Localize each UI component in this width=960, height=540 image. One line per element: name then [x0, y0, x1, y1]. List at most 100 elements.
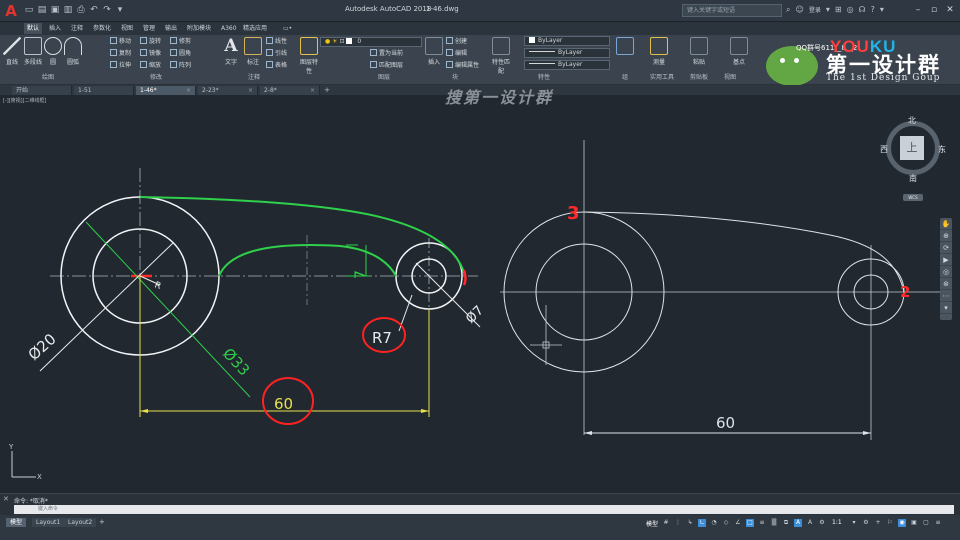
command-close-icon[interactable]: ✕: [3, 495, 9, 503]
store-icon[interactable]: ⊞: [835, 5, 842, 16]
tab-parametric[interactable]: 参数化: [90, 23, 114, 34]
new-file-icon[interactable]: ▭: [24, 5, 34, 15]
viewcube-south[interactable]: 南: [909, 173, 917, 184]
orbit-icon[interactable]: ⟳: [940, 242, 952, 254]
trim-button[interactable]: 修剪: [170, 37, 191, 46]
tab-view[interactable]: 视图: [118, 23, 136, 34]
base-view-tool[interactable]: 基点: [730, 37, 748, 66]
fillet-button[interactable]: 圆角: [170, 49, 191, 58]
close-icon[interactable]: ✕: [942, 3, 958, 17]
copy-button[interactable]: 复制: [110, 49, 131, 58]
command-input[interactable]: 键入命令: [14, 505, 954, 514]
workspace-icon[interactable]: ⚙: [818, 519, 826, 527]
tab-a360[interactable]: A360: [218, 23, 240, 34]
save-as-icon[interactable]: ▥: [63, 5, 73, 15]
steering-wheel-icon[interactable]: ◎: [940, 266, 952, 278]
tab-annotate[interactable]: 注释: [68, 23, 86, 34]
rotate-button[interactable]: 旋转: [140, 37, 161, 46]
ortho-icon[interactable]: ∟: [698, 519, 706, 527]
tab-layout1[interactable]: Layout1: [32, 518, 65, 527]
annotation-monitor-icon[interactable]: ⚐: [886, 519, 894, 527]
viewcube-east[interactable]: 东: [938, 144, 946, 155]
array-button[interactable]: 阵列: [170, 61, 191, 70]
a360-icon[interactable]: ◎: [847, 5, 854, 16]
tab-layout2[interactable]: Layout2: [64, 518, 97, 527]
tab-featured-apps[interactable]: 精选应用: [240, 23, 270, 34]
drawing-canvas[interactable]: [-][俯视][二维线框] Ø20 Ø33 Ø7 R7 60 7 R 60 3 …: [0, 95, 960, 493]
stretch-button[interactable]: 拉伸: [110, 61, 131, 70]
circle-tool[interactable]: 圆: [44, 37, 62, 66]
showmotion-icon[interactable]: ▶: [940, 254, 952, 266]
isolate-objects-icon[interactable]: ◉: [898, 519, 906, 527]
undo-icon[interactable]: ↶: [89, 5, 99, 15]
tab-insert[interactable]: 插入: [46, 23, 64, 34]
isodraft-icon[interactable]: ◇: [722, 519, 730, 527]
object-track-icon[interactable]: ∠: [734, 519, 742, 527]
line-tool[interactable]: 直线: [3, 37, 21, 66]
cad-drawing[interactable]: Ø20 Ø33 Ø7 R7 60 7 R 60 3 2 Y X: [0, 95, 960, 493]
zoom-icon[interactable]: ⊕: [940, 230, 952, 242]
make-current-button[interactable]: 置为当前: [370, 49, 403, 58]
clean-screen-icon[interactable]: ▢: [922, 519, 930, 527]
close-tab-icon[interactable]: ×: [186, 86, 191, 95]
new-tab-button[interactable]: +: [322, 86, 332, 95]
table-button[interactable]: 表格: [266, 61, 287, 70]
mirror-button[interactable]: 镜像: [140, 49, 161, 58]
tab-more[interactable]: ▭•: [280, 23, 295, 34]
leader-button[interactable]: 引线: [266, 49, 287, 58]
viewcube[interactable]: 上 北 南 东 西: [878, 115, 948, 185]
community-icon[interactable]: ☊: [859, 5, 866, 16]
text-tool[interactable]: A 文字: [222, 37, 240, 66]
annotation-auto-scale-icon[interactable]: A: [806, 519, 814, 527]
linetype-dropdown[interactable]: ByLayer: [524, 48, 610, 58]
transparency-icon[interactable]: ▒: [770, 519, 778, 527]
move-button[interactable]: 移动: [110, 37, 131, 46]
hardware-accel-icon[interactable]: ▣: [910, 519, 918, 527]
help-icon[interactable]: ?: [871, 5, 875, 16]
add-layout-button[interactable]: +: [99, 518, 105, 527]
qat-dropdown-icon[interactable]: ▾: [115, 5, 125, 15]
save-icon[interactable]: ▣: [50, 5, 60, 15]
tab-output[interactable]: 输出: [162, 23, 180, 34]
plus-icon[interactable]: +: [874, 519, 882, 527]
layer-dropdown[interactable]: ● ☀ ⊡ 0: [320, 37, 422, 47]
search-icon[interactable]: ⌕: [786, 5, 790, 16]
minimize-icon[interactable]: –: [910, 3, 926, 17]
insert-block-tool[interactable]: 插入: [425, 37, 443, 66]
dimension-tool[interactable]: 标注: [244, 37, 262, 66]
tab-addins[interactable]: 附加模块: [184, 23, 214, 34]
selection-cycling-icon[interactable]: ⧉: [782, 519, 790, 527]
edit-attributes-button[interactable]: 编辑属性: [446, 61, 479, 70]
login-dropdown-icon[interactable]: ▾: [826, 5, 830, 16]
snap-icon[interactable]: ⋮: [674, 519, 682, 527]
viewcube-top-face[interactable]: 上: [900, 136, 924, 160]
navbar-menu-icon[interactable]: ▾: [940, 302, 952, 314]
measure-tool[interactable]: 测量: [650, 37, 668, 66]
help-search-input[interactable]: 键入关键字或短语: [682, 4, 782, 17]
polar-icon[interactable]: ◔: [710, 519, 718, 527]
lineweight-icon[interactable]: ≡: [758, 519, 766, 527]
redo-icon[interactable]: ↷: [102, 5, 112, 15]
user-icon[interactable]: ☺: [795, 5, 803, 16]
tab-home[interactable]: 默认: [24, 23, 43, 34]
infer-icon[interactable]: ↳: [686, 519, 694, 527]
tab-manage[interactable]: 管理: [140, 23, 158, 34]
scale-button[interactable]: 缩放: [140, 61, 161, 70]
group-tool[interactable]: [616, 37, 634, 57]
customization-menu-icon[interactable]: ≡: [934, 519, 942, 527]
paste-tool[interactable]: 粘贴: [690, 37, 708, 66]
viewcube-north[interactable]: 北: [908, 115, 916, 126]
match-layer-button[interactable]: 匹配图层: [370, 61, 403, 70]
grid-icon[interactable]: #: [662, 519, 670, 527]
walk-icon[interactable]: ⋯: [940, 290, 952, 302]
doc-tab-start[interactable]: 开始: [12, 86, 72, 95]
tab-model[interactable]: 模型: [6, 518, 27, 527]
pan-icon[interactable]: ✋: [940, 218, 952, 230]
color-dropdown[interactable]: ByLayer: [524, 36, 610, 46]
close-tab-icon[interactable]: ×: [248, 86, 253, 95]
autocad-logo-icon[interactable]: A: [2, 3, 20, 19]
login-button[interactable]: 登录: [809, 5, 821, 16]
viewcube-west[interactable]: 西: [880, 144, 888, 155]
edit-block-button[interactable]: 编辑: [446, 49, 467, 58]
annotation-visibility-icon[interactable]: A: [794, 519, 802, 527]
